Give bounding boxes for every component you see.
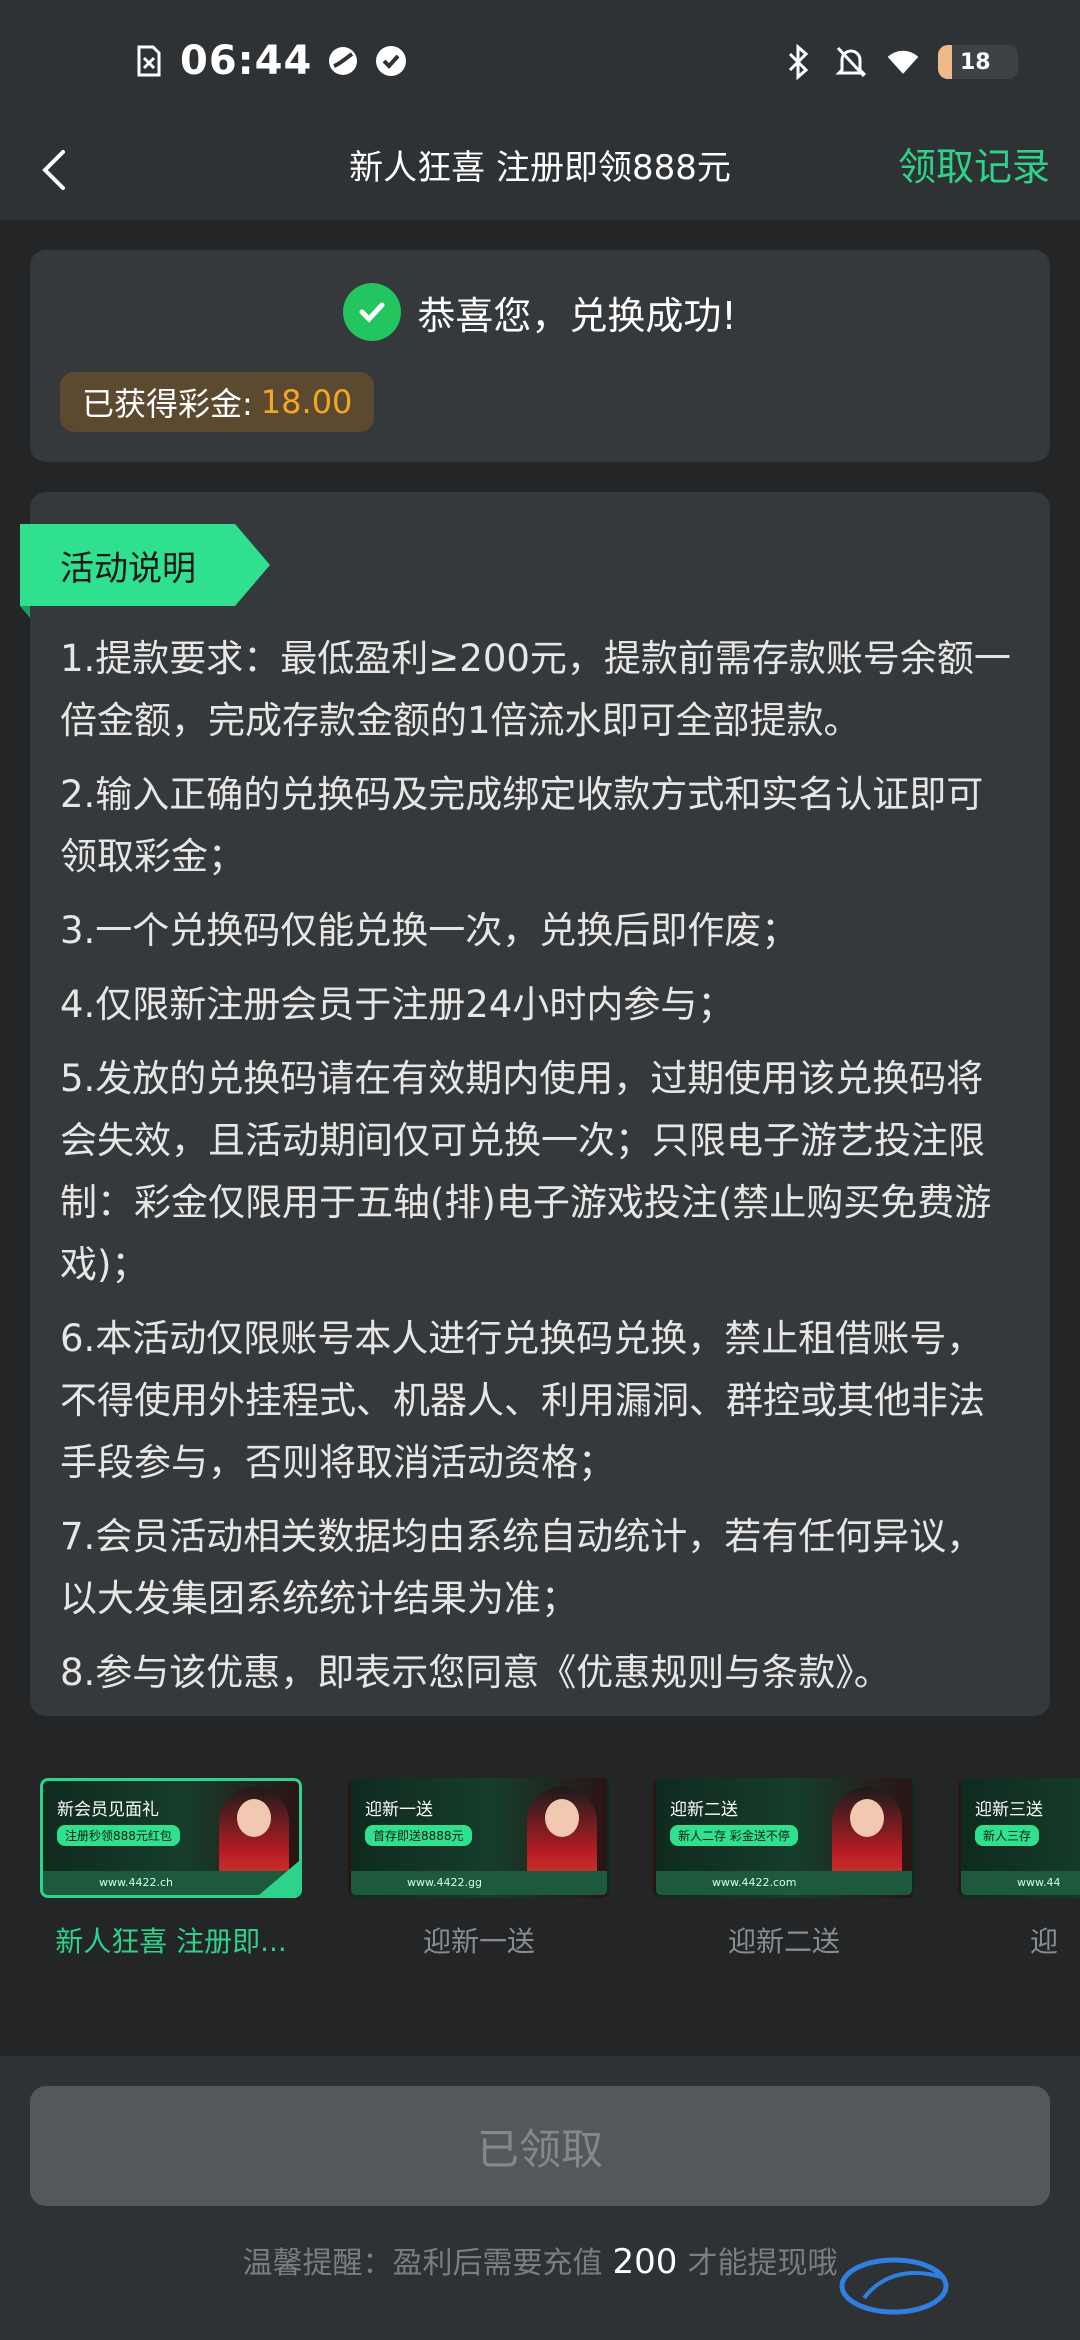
banner-url: www.4422.ch — [43, 1871, 299, 1895]
rule-item: 2.输入正确的兑换码及完成绑定收款方式和实名认证即可领取彩金； — [60, 773, 984, 878]
rule-item: 6.本活动仅限账号本人进行兑换码兑换，禁止租借账号，不得使用外挂程式、机器人、利… — [60, 1317, 985, 1484]
tip-suffix: 才能提现哦 — [687, 2246, 838, 2281]
bonus-value: 18.00 — [260, 383, 353, 421]
banner-url: www.4422.com — [656, 1871, 912, 1895]
rule-item: 4.仅限新注册会员于注册24小时内参与； — [60, 983, 735, 1026]
banner-subtitle: 首存即送8888元 — [365, 1825, 472, 1846]
bonus-badge: 已获得彩金: 18.00 — [60, 372, 375, 432]
claimed-button[interactable]: 已领取 — [30, 2086, 1050, 2206]
promo-tab-1[interactable]: 新会员见面礼 注册秒领888元红包 www.4422.ch 新人狂喜 注册即..… — [40, 1778, 302, 1958]
promo-label: 迎新一送 — [422, 1925, 535, 1958]
promo-banner: 迎新二送 新人二存 彩金送不停 www.4422.com — [653, 1778, 915, 1898]
tip-prefix: 温馨提醒：盈利后需要充值 — [242, 2246, 603, 2281]
verified-icon — [374, 44, 408, 78]
promo-label: 迎 — [1030, 1925, 1059, 1958]
banner-face — [850, 1799, 884, 1837]
success-message: 恭喜您，兑换成功! — [417, 293, 737, 338]
sync-icon — [326, 44, 360, 78]
activity-tag: 活动说明 — [20, 524, 270, 606]
bluetooth-icon — [782, 44, 816, 80]
top-nav: 新人狂喜 注册即领888元 领取记录 — [0, 120, 1080, 220]
success-card: 恭喜您，兑换成功! 已获得彩金: 18.00 — [30, 250, 1050, 462]
banner-subtitle: 注册秒领888元红包 — [57, 1825, 180, 1846]
banner-title: 迎新二送 — [670, 1800, 738, 1820]
rule-item: 3.一个兑换码仅能兑换一次，兑换后即作废； — [60, 909, 799, 952]
claim-record-link[interactable]: 领取记录 — [898, 136, 1050, 191]
banner-face — [545, 1799, 579, 1837]
status-bar: 06:44 18 — [0, 0, 1080, 120]
success-check-icon — [343, 283, 402, 341]
banner-title: 迎新三送 — [975, 1800, 1043, 1820]
promo-banner: 迎新三送 新人三存 www.44 — [958, 1778, 1080, 1898]
banner-title: 迎新一送 — [365, 1800, 433, 1820]
status-time: 06:44 — [180, 38, 313, 84]
rule-item: 1.提款要求：最低盈利≥200元，提款前需存款账号余额一倍金额，完成存款金额的1… — [60, 637, 1011, 742]
promo-carousel[interactable]: 新会员见面礼 注册秒领888元红包 www.4422.ch 新人狂喜 注册即..… — [0, 1778, 1080, 1958]
promo-banner: 新会员见面礼 注册秒领888元红包 www.4422.ch — [40, 1778, 302, 1898]
banner-face — [237, 1799, 271, 1837]
banner-url: www.44 — [961, 1871, 1080, 1895]
promo-tab-3[interactable]: 迎新二送 新人二存 彩金送不停 www.4422.com 迎新二送 — [653, 1778, 915, 1958]
watermark-logo — [839, 2257, 949, 2315]
rules-list: 1.提款要求：最低盈利≥200元，提款前需存款账号余额一倍金额，完成存款金额的1… — [60, 628, 1020, 1716]
wifi-icon — [886, 45, 920, 79]
banner-title: 新会员见面礼 — [57, 1800, 159, 1820]
battery-level: 18 — [960, 49, 991, 75]
rule-item: 7.会员活动相关数据均由系统自动统计，若有任何异议，以大发集团系统统计结果为准； — [60, 1515, 984, 1620]
promo-label: 迎新二送 — [727, 1925, 840, 1958]
promo-tab-2[interactable]: 迎新一送 首存即送8888元 www.4422.gg 迎新一送 — [348, 1778, 610, 1958]
rule-item: 8.参与该优惠，即表示您同意《优惠规则与条款》。 — [60, 1651, 891, 1694]
promo-tab-4[interactable]: 迎新三送 新人三存 www.44 迎 — [958, 1778, 1080, 1958]
battery-indicator: 18 — [938, 45, 1018, 79]
bell-off-icon — [834, 45, 868, 79]
bottom-action-area: 已领取 温馨提醒：盈利后需要充值 200 才能提现哦 — [0, 2056, 1080, 2340]
promo-banner: 迎新一送 首存即送8888元 www.4422.gg — [348, 1778, 610, 1898]
tip-amount: 200 — [612, 2242, 678, 2282]
rule-item: 5.发放的兑换码请在有效期内使用，过期使用该兑换码将会失效，且活动期间仅可兑换一… — [60, 1057, 992, 1286]
banner-subtitle: 新人二存 彩金送不停 — [670, 1825, 798, 1846]
banner-subtitle: 新人三存 — [975, 1825, 1040, 1846]
sim-off-icon — [132, 44, 166, 78]
promo-label: 新人狂喜 注册即... — [55, 1925, 287, 1958]
banner-url: www.4422.gg — [351, 1871, 607, 1895]
bonus-label: 已获得彩金: — [82, 385, 253, 423]
activity-description-card: 活动说明 1.提款要求：最低盈利≥200元，提款前需存款账号余额一倍金额，完成存… — [20, 492, 1050, 1716]
tag-fold — [20, 606, 30, 618]
